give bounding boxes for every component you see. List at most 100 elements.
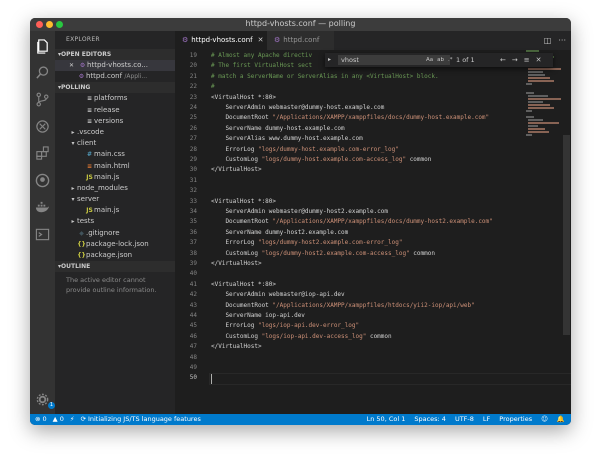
minimap-line <box>528 104 551 106</box>
minimap-line <box>528 98 562 100</box>
tree-item[interactable]: ▾ server <box>55 194 175 205</box>
line-number: 47 <box>189 343 197 351</box>
tree-item-label: .gitignore <box>86 228 120 237</box>
line-number: 46 <box>189 332 197 340</box>
outline-section[interactable]: ▾OUTLINE <box>55 261 175 273</box>
code-editor[interactable]: 19 # Almost any Apache directiv 20 # The fi… <box>175 50 571 414</box>
tree-item[interactable]: ≡ versions <box>55 116 175 127</box>
github-icon[interactable] <box>35 173 50 188</box>
code-line: 48 <box>175 353 571 363</box>
more-actions-icon[interactable]: ··· <box>558 36 566 45</box>
search-icon[interactable] <box>35 65 50 80</box>
tree-item-label: main.css <box>94 150 125 159</box>
tree-item[interactable]: {}package-lock.json <box>55 239 175 250</box>
code-line: 33 <VirtualHost *:80> <box>175 197 571 207</box>
update-badge: 1 <box>48 402 55 409</box>
tree-item[interactable]: ▸ .vscode <box>55 127 175 138</box>
tree-item-label: .vscode <box>77 127 104 136</box>
gear-file-icon: ⚙ <box>79 62 86 69</box>
line-text: ServerAdmin webmaster@dummy-host2.exampl… <box>211 208 389 215</box>
code-line: 28 ErrorLog "logs/dummy-host.example.com… <box>175 145 571 155</box>
tree-item[interactable]: ▸ node_modules <box>55 183 175 194</box>
tree-item[interactable]: JSmain.js <box>55 172 175 183</box>
line-text: ErrorLog "logs/iop-api.dev-error_log" <box>211 322 360 330</box>
tree-item-label: main.html <box>94 161 130 170</box>
bolt-icon[interactable]: ⚡ <box>70 415 75 423</box>
line-text: # Almost any Apache directiv <box>211 52 313 59</box>
feedback-icon[interactable]: ☺ <box>541 415 548 423</box>
source-control-icon[interactable] <box>35 92 50 107</box>
docker-icon[interactable] <box>35 200 50 215</box>
tree-item[interactable]: JSmain.js <box>55 205 175 216</box>
match-case-toggle[interactable]: Aa <box>426 57 433 63</box>
outline-empty-message: The active editor cannot provide outline… <box>66 276 157 295</box>
debug-icon[interactable] <box>35 119 50 134</box>
toggle-replace-icon[interactable]: ▸ <box>328 53 331 67</box>
vertical-scrollbar[interactable] <box>562 50 571 414</box>
minimap[interactable] <box>526 50 562 170</box>
warnings-status[interactable]: ▲ 0 <box>53 415 64 423</box>
line-number: 45 <box>189 322 197 330</box>
close-icon[interactable]: ✕ <box>258 36 264 44</box>
split-editor-icon[interactable]: ◫ <box>544 36 552 45</box>
files-icon[interactable] <box>35 39 50 54</box>
tree-item[interactable]: ≡ main.html <box>55 161 175 172</box>
match-word-toggle[interactable]: ab <box>437 57 444 63</box>
scrollbar-thumb[interactable] <box>563 135 570 335</box>
code-line: 25 DocumentRoot "/Applications/XAMPP/xam… <box>175 113 571 123</box>
gear-icon[interactable]: 1 <box>35 392 55 409</box>
code-line: 30 </VirtualHost> <box>175 165 571 175</box>
tree-item[interactable]: ≡ platforms <box>55 93 175 104</box>
line-number: 19 <box>189 52 197 59</box>
regex-toggle[interactable]: .* <box>448 57 453 63</box>
next-match-icon[interactable]: → <box>512 56 518 64</box>
file-type-icon: {} <box>77 240 86 248</box>
tree-item[interactable]: ◆ .gitignore <box>55 228 175 239</box>
tree-item[interactable]: ▾ client <box>55 138 175 149</box>
line-number: 48 <box>189 353 197 361</box>
line-number: 28 <box>189 145 197 153</box>
file-tree: ≡ platforms ≡ release ≡ versions ▸ .vscode ▾ clie… <box>55 93 175 261</box>
match-count: 1 of 1 <box>456 56 475 64</box>
bell-icon[interactable]: 🔔 <box>557 415 565 423</box>
chevron-down-icon: ▾ <box>71 196 75 204</box>
tab-httpd-conf[interactable]: ⚙ httpd.conf <box>267 31 334 50</box>
task-status[interactable]: ⟳ Initializing JS/TS language features <box>80 415 200 423</box>
close-icon[interactable]: ✕ <box>69 62 74 69</box>
errors-status[interactable]: ⊗ 0 <box>35 415 47 423</box>
tree-item-label: main.js <box>94 172 120 181</box>
terminal-icon[interactable] <box>35 227 50 242</box>
tree-item[interactable]: ▸ tests <box>55 216 175 227</box>
language-mode[interactable]: Properties <box>499 415 532 423</box>
line-text: ErrorLog "logs/dummy-host2.example.com-e… <box>211 239 403 247</box>
tab-httpd-vhosts[interactable]: ⚙ httpd-vhosts.conf ✕ <box>175 31 274 50</box>
code-line: 32 <box>175 186 571 196</box>
code-line: 46 CustomLog "logs/iop-api.dev-access_lo… <box>175 332 571 342</box>
previous-match-icon[interactable]: ← <box>500 56 506 64</box>
code-line: 43 DocumentRoot "/Applications/XAMPP/xam… <box>175 301 571 311</box>
open-editor-item[interactable]: ✕ ⚙ httpd-vhosts.co... <box>55 60 175 72</box>
minimap-line <box>528 77 550 79</box>
tree-item-label: package.json <box>86 251 133 259</box>
tree-item[interactable]: ≡ release <box>55 105 175 116</box>
find-in-selection-icon[interactable]: ≡ <box>524 56 530 64</box>
indentation[interactable]: Spaces: 4 <box>414 415 446 423</box>
tree-item[interactable]: {}package.json <box>55 250 175 261</box>
tree-item-label: release <box>94 105 120 114</box>
sidebar-title: EXPLORER <box>66 36 100 43</box>
line-text: DocumentRoot "/Applications/XAMPP/xamppf… <box>211 301 475 309</box>
project-section[interactable]: ▾POLLING <box>55 82 175 94</box>
line-ending[interactable]: LF <box>483 415 490 423</box>
minimap-line <box>528 125 538 127</box>
line-text: <VirtualHost *:80> <box>211 93 277 101</box>
encoding[interactable]: UTF-8 <box>455 415 474 423</box>
extensions-icon[interactable] <box>35 146 50 161</box>
tree-item[interactable]: # main.css <box>55 149 175 160</box>
file-type-icon: JS <box>86 173 93 181</box>
open-editors-section[interactable]: ▾OPEN EDITORS <box>55 49 175 60</box>
open-editor-item[interactable]: ⚙ httpd.conf /Appli... <box>55 71 175 82</box>
cursor-position[interactable]: Ln 50, Col 1 <box>367 415 406 423</box>
tree-item-label: versions <box>94 116 124 125</box>
close-icon[interactable]: ✕ <box>536 56 542 64</box>
line-number: 31 <box>189 176 197 184</box>
